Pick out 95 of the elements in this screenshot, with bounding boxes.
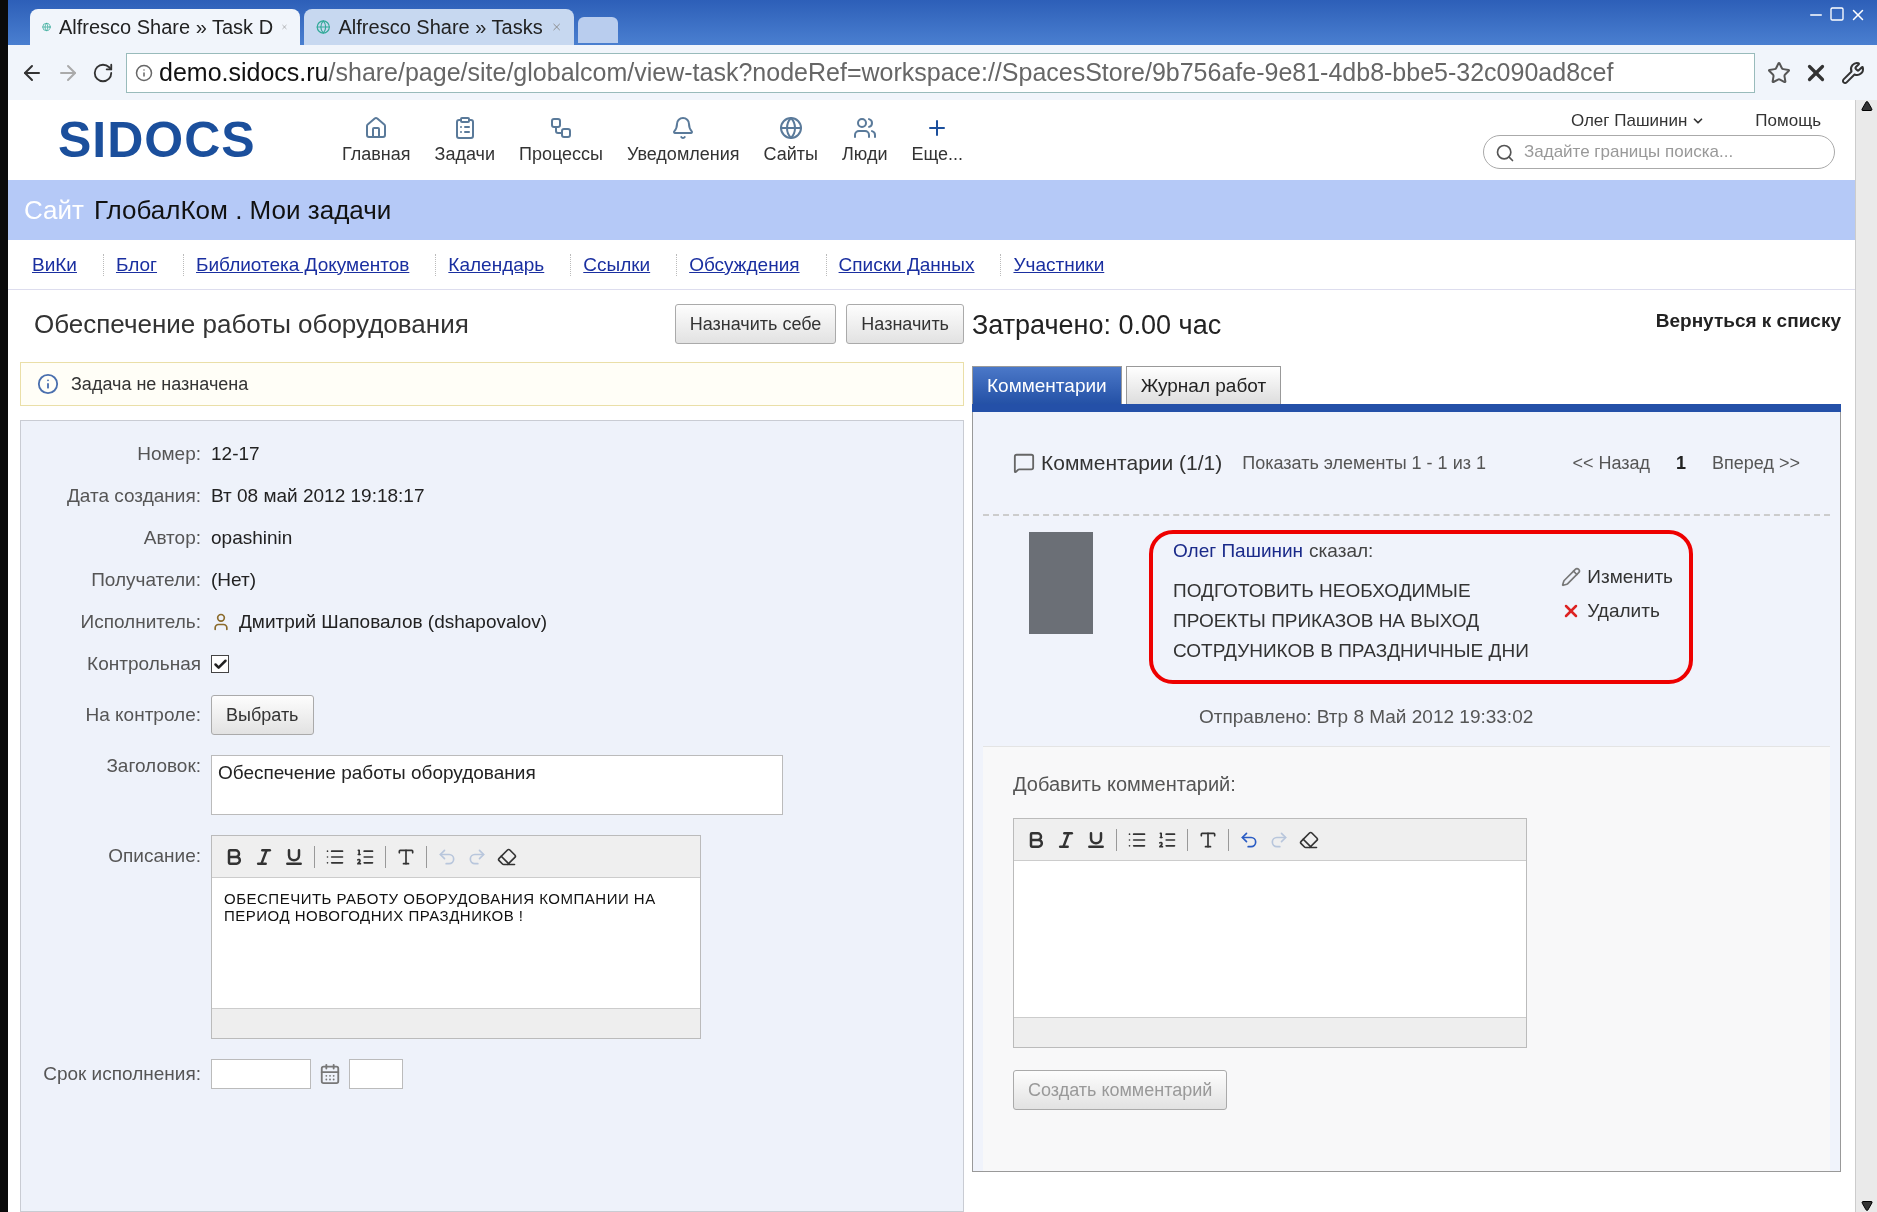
task-title: Обеспечение работы оборудования [34,308,469,340]
comments-title: Комментарии (1/1) [1041,451,1223,475]
delete-link[interactable]: Удалить [1561,600,1673,622]
nav-item[interactable]: Главная [330,115,423,165]
nav-item[interactable]: Еще... [899,115,976,165]
field-label: Срок исполнения: [42,1063,201,1085]
wrench-icon[interactable] [1841,60,1865,85]
nav-item[interactable]: Задачи [422,115,507,165]
field-value: 12-17 [211,443,261,465]
field-value: Вт 08 май 2012 19:18:17 [211,485,426,507]
field-value: (Нет) [211,569,257,591]
url-host: demo.sidocs.ru [159,58,329,87]
site-title: ГлобалКом . Мои задачи [93,194,392,226]
search-field[interactable]: Задайте границы поиска... [1483,135,1835,169]
page-info-icon [135,63,153,82]
site-nav-link[interactable]: Списки Данных [826,253,1002,276]
field-label: На контроле: [84,704,201,726]
site-nav-link[interactable]: Обсуждения [677,253,827,276]
field-label: Заголовок: [105,755,201,777]
field-label: Описание: [107,845,201,867]
info-icon [37,373,59,395]
browser-tab[interactable]: Alfresco Share » Tasks [304,9,574,45]
field-value: Дмитрий Шаповалов (dshapovalov) [239,611,548,633]
underline-icon[interactable] [284,846,304,867]
said-text: сказал: [1309,540,1374,562]
nav-icon [548,115,573,140]
underline-icon[interactable] [1086,829,1106,850]
nav-item[interactable]: Сайты [751,115,830,165]
next-link[interactable]: Вперед >> [1712,452,1800,474]
reload-icon[interactable] [92,61,114,84]
author-link[interactable]: Олег Пашинин [1173,540,1304,562]
assign-button[interactable]: Назначить [846,304,964,344]
comments-icon [1013,452,1035,474]
calendar-icon[interactable] [319,1063,341,1085]
url-path: /share/page/site/globalcom/view-task?nodeRef=workspace://SpacesStore/9b756afe-9e81-4db8-bbe5-32c090ad8cef [328,58,1614,87]
field-label: Номер: [136,443,201,465]
editor-text: ОБЕСПЕЧИТЬ РАБОТУ ОБОРУДОВАНИЯ КОМПАНИИ НА ПЕРИОД НОВОГОДНИХ ПРАЗДНИКОВ ! [223,889,657,926]
star-icon[interactable] [1767,60,1791,85]
logo[interactable]: SIDOCS [58,111,330,169]
select-button[interactable]: Выбрать [211,695,314,735]
back-link[interactable]: Вернуться к списку [1655,300,1841,332]
text-editor[interactable]: ОБЕСПЕЧИТЬ РАБОТУ ОБОРУДОВАНИЯ КОМПАНИИ НА ПЕРИОД НОВОГОДНИХ ПРАЗДНИКОВ ! [211,835,701,1039]
nav-item[interactable]: Уведомления [614,115,752,165]
eraser-icon[interactable] [1299,829,1319,850]
nav-icon [778,115,803,140]
input-field[interactable]: Обеспечение работы оборудования [211,755,783,815]
browser-tab[interactable]: Alfresco Share » Task D [30,9,300,45]
address-field[interactable]: demo.sidocs.ru/share/page/site/globalcom/view-task?nodeRef=workspace://SpacesStore/9b756afe-9e81-4db8-bbe5-32c090ad8cef [126,52,1755,93]
site-nav-link[interactable]: Ссылки [571,253,678,276]
eraser-icon[interactable] [497,846,517,867]
page-number: 1 [1676,452,1687,474]
time-spent: Затрачено: 0.00 час [972,309,1222,341]
comment-text: ПОДГОТОВИТЬ НЕОБХОДИМЫЕ ПРОЕКТЫ ПРИКАЗОВ НА ВЫХОД СОТРДУНИКОВ В ПРАЗДНИЧНЫЕ ДНИ [1173,579,1530,663]
checkbox[interactable] [211,655,229,673]
site-nav-link[interactable]: Участники [1001,253,1131,276]
site-icon [316,18,331,36]
site-prefix: Сайт [24,194,84,226]
check-icon [212,656,228,672]
field-label: Контрольная [86,653,201,675]
add-comment-label: Добавить комментарий: [1013,773,1237,796]
site-nav-link[interactable]: Библиотека Документов [184,253,437,276]
scroll-down-icon[interactable] [1860,1200,1873,1212]
field-label: Получатели: [90,569,201,591]
time-field[interactable] [349,1059,403,1089]
prev-link[interactable]: << Назад [1572,452,1651,474]
scroll-up-icon[interactable] [1860,100,1873,112]
panel-tab[interactable]: Журнал работ [1125,366,1282,404]
field-label: Автор: [142,527,201,549]
site-nav-link[interactable]: Блог [103,253,185,276]
site-nav-link[interactable]: ВиКи [20,253,104,276]
edit-link[interactable]: Изменить [1561,566,1673,588]
nav-item[interactable]: Процессы [506,115,615,165]
date-field[interactable] [211,1059,311,1089]
italic-icon[interactable] [1056,829,1076,850]
notice-text: Задача не назначена [71,373,249,395]
maximize-icon[interactable] [1829,6,1845,22]
field-value: opashinin [211,527,294,549]
site-nav-link[interactable]: Календарь [436,253,572,276]
paging-range: Показать элементы 1 - 1 из 1 [1242,452,1486,474]
edit-icon [1561,567,1582,587]
field-label: Исполнитель: [79,611,201,633]
tab-title: Alfresco Share » Tasks [338,15,543,39]
person-icon [211,612,231,632]
nav-item[interactable]: Люди [829,115,900,165]
field-label: Дата создания: [65,485,201,507]
nav-icon [671,115,696,140]
italic-icon[interactable] [254,846,274,867]
help-link[interactable]: Помощь [1755,111,1821,131]
nav-icon [852,115,877,140]
nav-icon [364,115,389,140]
user-menu[interactable]: Олег Пашинин [1570,111,1706,131]
undo-icon[interactable] [1239,829,1259,850]
assign-button[interactable]: Назначить себе [674,304,837,344]
panel-tab[interactable]: Комментарии [972,366,1122,404]
tab-title: Alfresco Share » Task D [58,15,274,39]
